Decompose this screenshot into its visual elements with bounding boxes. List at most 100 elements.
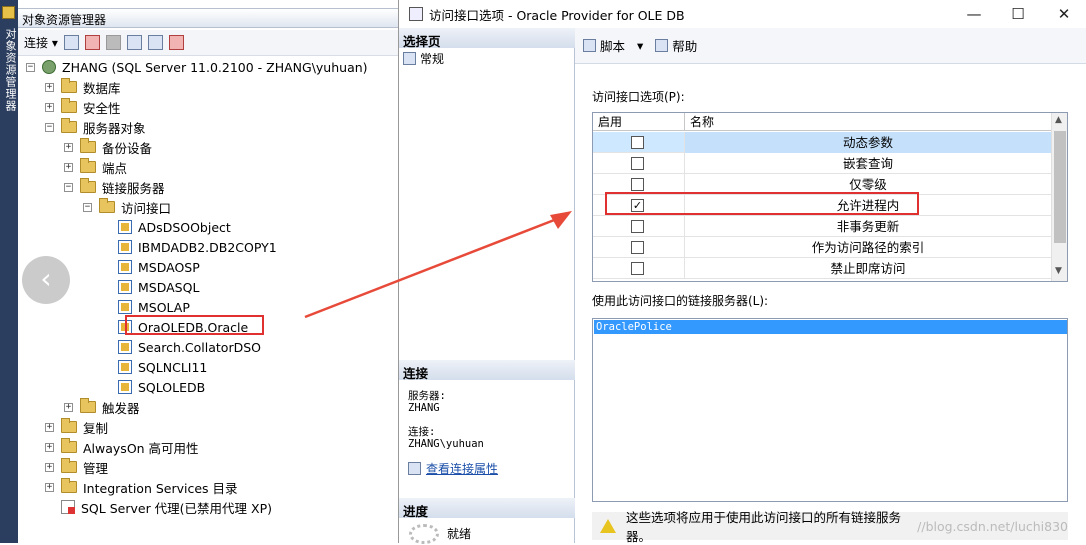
provider-icon: [118, 240, 132, 254]
expand-icon[interactable]: +: [45, 482, 54, 492]
option-row[interactable]: 嵌套查询: [593, 153, 1051, 174]
object-explorer-dock-tab[interactable]: 对象资源管理器: [0, 0, 18, 543]
collapse-icon[interactable]: −: [83, 202, 92, 212]
tree-item-label: 安全性: [83, 100, 121, 116]
connect-button[interactable]: 连接 ▾: [24, 34, 58, 51]
tree-provider-item[interactable]: MSDAOSP: [102, 257, 200, 277]
server-value: ZHANG: [408, 402, 440, 414]
filter-icon[interactable]: [126, 35, 142, 50]
page-item-general[interactable]: 常规: [403, 50, 444, 67]
scroll-up-icon[interactable]: ▲: [1055, 115, 1062, 125]
expand-icon[interactable]: +: [64, 142, 73, 152]
tree-server-node[interactable]: − ZHANG (SQL Server 11.0.2100 - ZHANG\yuh…: [26, 57, 368, 77]
object-explorer-toolbar: 连接 ▾: [18, 30, 400, 56]
tree-folder-item[interactable]: + 管理: [45, 457, 108, 477]
tree-provider-item[interactable]: MSOLAP: [102, 297, 190, 317]
tree-provider-item[interactable]: MSDASQL: [102, 277, 199, 297]
tree-item-label: SQL Server 代理(已禁用代理 XP): [81, 500, 273, 516]
tree-provider-item[interactable]: ADsDSOObject: [102, 217, 231, 237]
expand-icon[interactable]: +: [45, 102, 54, 112]
tree-folder-item[interactable]: + AlwaysOn 高可用性: [45, 437, 199, 457]
grid-scrollbar[interactable]: ▲ ▼: [1051, 113, 1067, 281]
disconnect-icon[interactable]: [84, 35, 100, 50]
option-row[interactable]: 非事务更新: [593, 216, 1051, 237]
tree-item-label: SQLOLEDB: [138, 379, 206, 395]
close-button[interactable]: ✕: [1049, 4, 1079, 24]
tree-folder-item[interactable]: + 备份设备: [64, 137, 152, 157]
expand-icon[interactable]: +: [45, 422, 54, 432]
tree-folder-item[interactable]: + 复制: [45, 417, 108, 437]
highlight-box-inprocess: [605, 192, 919, 215]
expand-icon[interactable]: +: [64, 162, 73, 172]
view-connection-properties-link[interactable]: 查看连接属性: [408, 460, 498, 477]
tree-item-label: SQLNCLI11: [138, 359, 208, 375]
tree-provider-item[interactable]: Search.CollatorDSO: [102, 337, 261, 357]
option-name: 嵌套查询: [842, 156, 893, 171]
option-row[interactable]: 禁止即席访问: [593, 258, 1051, 279]
tree-item-label: ADsDSOObject: [138, 219, 231, 235]
tree-folder-item[interactable]: + 数据库: [45, 77, 121, 97]
options-label: 访问接口选项(P):: [592, 90, 685, 104]
back-arrow-button[interactable]: ‹: [22, 256, 70, 304]
tree-folder-item[interactable]: SQL Server 代理(已禁用代理 XP): [45, 497, 272, 517]
option-enabled-checkbox[interactable]: [631, 178, 644, 191]
progress-spinner-icon: [409, 524, 439, 544]
option-enabled-checkbox[interactable]: [631, 157, 644, 170]
tree-item-label: MSOLAP: [138, 299, 190, 315]
tree-folder-item[interactable]: − 访问接口: [83, 197, 171, 217]
tree-item-label: 端点: [102, 160, 128, 176]
tree-item-label: 数据库: [83, 80, 121, 96]
progress-status: 就绪: [447, 527, 472, 541]
option-enabled-checkbox[interactable]: [631, 136, 644, 149]
scroll-thumb[interactable]: [1054, 131, 1066, 243]
connection-header: 连接: [399, 360, 575, 381]
refresh-icon[interactable]: [147, 35, 163, 50]
script-dropdown-icon[interactable]: ▾: [637, 38, 643, 53]
tree-item-label: IBMDADB2.DB2COPY1: [138, 239, 277, 255]
connect-server-icon[interactable]: [63, 35, 79, 50]
linked-servers-list[interactable]: OraclePolice: [592, 318, 1068, 502]
expand-icon[interactable]: +: [45, 462, 54, 472]
help-button[interactable]: 帮助: [672, 36, 697, 55]
connection-value: ZHANG\yuhuan: [408, 438, 484, 450]
activity-monitor-icon[interactable]: [168, 35, 184, 50]
maximize-button[interactable]: ☐: [1003, 4, 1033, 24]
linked-server-item[interactable]: OraclePolice: [594, 320, 1067, 334]
option-row[interactable]: 动态参数: [593, 132, 1051, 153]
option-name: 动态参数: [685, 132, 1051, 153]
folder-icon: [61, 98, 77, 113]
tree-provider-item[interactable]: SQLNCLI11: [102, 357, 207, 377]
expand-icon[interactable]: +: [45, 442, 54, 452]
option-enabled-checkbox[interactable]: [631, 262, 644, 275]
tree-folder-item[interactable]: − 服务器对象: [45, 117, 146, 137]
highlight-box-oraoledb: [125, 315, 264, 335]
tree-folder-item[interactable]: − 链接服务器: [64, 177, 165, 197]
provider-icon: [118, 280, 132, 294]
script-button[interactable]: 脚本: [600, 36, 625, 55]
tree-item-label: MSDASQL: [138, 279, 200, 295]
tree-folder-item[interactable]: + 端点: [64, 157, 127, 177]
collapse-icon[interactable]: −: [64, 182, 73, 192]
expand-icon[interactable]: +: [64, 402, 73, 412]
collapse-icon[interactable]: −: [45, 122, 54, 132]
tree-provider-item[interactable]: SQLOLEDB: [102, 377, 205, 397]
option-enabled-checkbox[interactable]: [631, 220, 644, 233]
expand-icon[interactable]: +: [45, 82, 54, 92]
grid-header-name[interactable]: 名称: [685, 113, 1051, 131]
tree-folder-item[interactable]: + 安全性: [45, 97, 121, 117]
dock-pin-icon: [2, 6, 15, 19]
provider-icon: [118, 380, 132, 394]
provider-icon: [118, 340, 132, 354]
tree-provider-item[interactable]: IBMDADB2.DB2COPY1: [102, 237, 277, 257]
tree-folder-item[interactable]: + Integration Services 目录: [45, 477, 238, 497]
grid-header-enabled[interactable]: 启用: [593, 113, 685, 131]
stop-icon[interactable]: [105, 35, 121, 50]
scroll-down-icon[interactable]: ▼: [1055, 266, 1062, 276]
tree-folder-item[interactable]: + 触发器: [64, 397, 140, 417]
collapse-icon[interactable]: −: [26, 62, 35, 72]
tree-item-label: MSDAOSP: [138, 259, 200, 275]
server-icon: [42, 60, 56, 74]
option-enabled-checkbox[interactable]: [631, 241, 644, 254]
minimize-button[interactable]: —: [959, 4, 989, 24]
option-row[interactable]: 作为访问路径的索引: [593, 237, 1051, 258]
